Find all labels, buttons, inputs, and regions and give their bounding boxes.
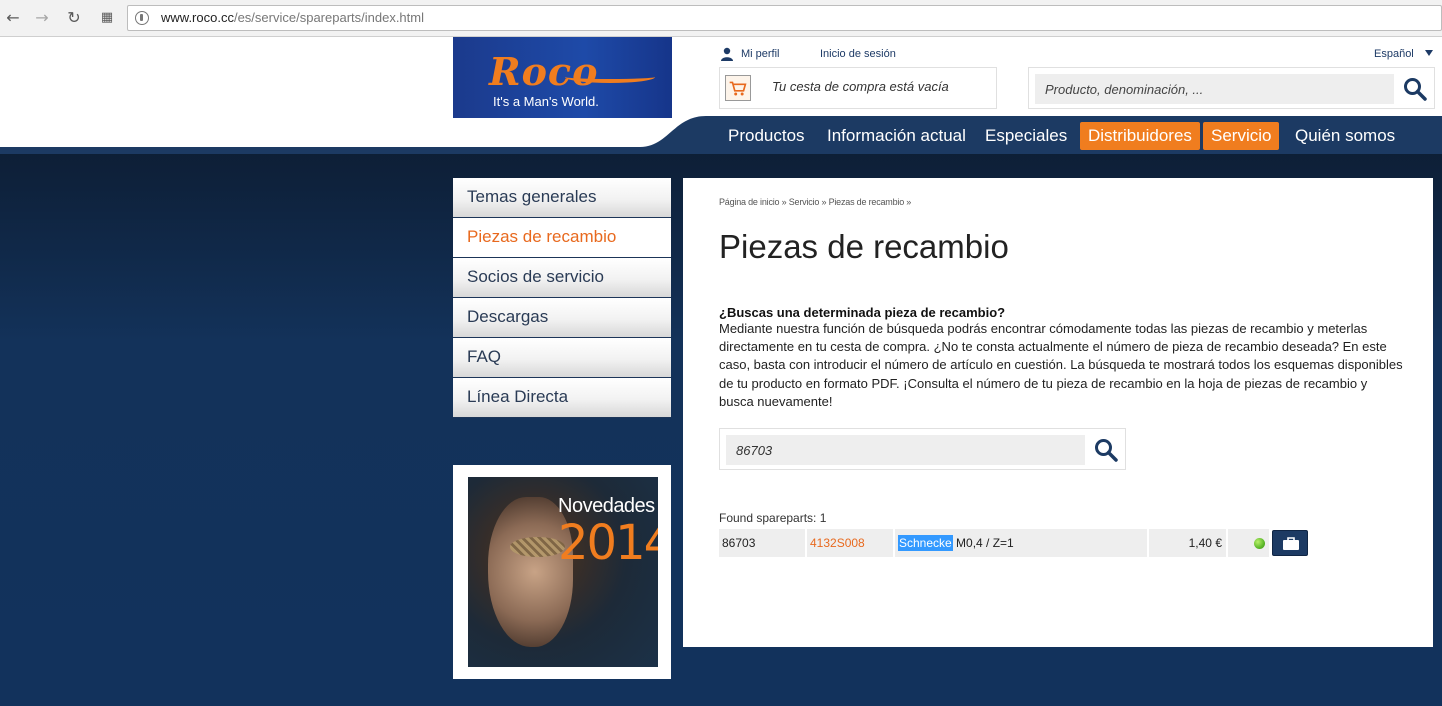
logo-swoosh — [565, 71, 655, 83]
my-profile-link[interactable]: Mi perfil — [741, 48, 780, 60]
price-cell: 1,40 € — [1149, 529, 1226, 557]
nav-servicio[interactable]: Servicio — [1203, 122, 1280, 150]
sidebar-item-descargas[interactable]: Descargas — [453, 298, 671, 338]
description-cell: Schnecke M0,4 / Z=1 — [895, 529, 1147, 557]
site-search-input[interactable] — [1035, 74, 1394, 104]
back-arrow-icon[interactable]: ← — [3, 8, 23, 28]
user-icon — [721, 47, 733, 61]
description-rest: M0,4 / Z=1 — [952, 536, 1014, 550]
forward-arrow-icon[interactable]: → — [32, 8, 52, 28]
url-text[interactable]: www.roco.cc/es/service/spareparts/index.… — [161, 10, 424, 25]
promo-banner[interactable]: Novedades 2014 — [453, 465, 671, 679]
page-info-icon[interactable] — [135, 11, 149, 25]
language-selector[interactable]: Español — [1374, 48, 1414, 60]
article-link[interactable]: 4132S008 — [807, 529, 893, 557]
page-title: Piezas de recambio — [719, 228, 1009, 265]
sidebar-item-socios-de-servicio[interactable]: Socios de servicio — [453, 258, 671, 298]
sidebar-item-piezas-de-recambio[interactable]: Piezas de recambio — [453, 218, 671, 258]
logo-tagline: It's a Man's World. — [493, 94, 599, 109]
nav-especiales[interactable]: Especiales — [977, 122, 1075, 150]
apps-grid-icon[interactable]: ▦ — [97, 8, 117, 28]
selected-text: Schnecke — [898, 535, 953, 551]
intro-text: Mediante nuestra función de búsqueda pod… — [719, 321, 1403, 409]
sidebar-item-linea-directa[interactable]: Línea Directa — [453, 378, 671, 418]
table-row: 86703 4132S008 Schnecke M0,4 / Z=1 1,40 … — [719, 529, 1311, 557]
browser-toolbar: ← → ↻ ▦ www.roco.cc/es/service/sparepart… — [0, 0, 1442, 37]
promo-image: Novedades 2014 — [468, 477, 658, 667]
shopping-cart-icon — [725, 75, 751, 101]
site-search — [1028, 67, 1435, 109]
nav-productos[interactable]: Productos — [720, 122, 813, 150]
promo-mask-detail — [510, 537, 565, 557]
item-number-cell: 86703 — [719, 529, 805, 557]
main-navigation: Productos Información actual Especiales … — [0, 116, 1442, 154]
search-icon[interactable] — [1094, 438, 1118, 462]
roco-logo[interactable]: Roco It's a Man's World. — [453, 37, 672, 118]
sparepart-search-input[interactable] — [726, 435, 1085, 465]
add-to-cart-button[interactable] — [1272, 530, 1308, 556]
nav-distribuidores[interactable]: Distribuidores — [1080, 122, 1200, 150]
promo-year: 2014 — [558, 515, 658, 571]
sparepart-search — [719, 428, 1126, 470]
main-content: Página de inicio » Servicio » Piezas de … — [683, 178, 1433, 647]
stock-available-icon — [1254, 538, 1265, 549]
service-sidebar: Temas generales Piezas de recambio Socio… — [453, 178, 671, 418]
cart-summary[interactable]: Tu cesta de compra está vacía — [719, 67, 997, 109]
cart-status-text: Tu cesta de compra está vacía — [772, 79, 949, 94]
address-bar[interactable]: www.roco.cc/es/service/spareparts/index.… — [127, 5, 1442, 31]
shopping-bag-icon — [1283, 537, 1299, 550]
results-count: Found spareparts: 1 — [719, 511, 827, 525]
caret-down-icon[interactable] — [1425, 50, 1433, 56]
search-icon[interactable] — [1403, 77, 1427, 101]
sidebar-item-temas-generales[interactable]: Temas generales — [453, 178, 671, 218]
nav-quien-somos[interactable]: Quién somos — [1287, 122, 1403, 150]
login-link[interactable]: Inicio de sesión — [820, 48, 896, 60]
breadcrumb[interactable]: Página de inicio » Servicio » Piezas de … — [719, 197, 911, 207]
stock-cell — [1228, 529, 1269, 557]
intro-question: ¿Buscas una determinada pieza de recambi… — [719, 305, 1006, 320]
sidebar-item-faq[interactable]: FAQ — [453, 338, 671, 378]
reload-icon[interactable]: ↻ — [64, 8, 84, 28]
nav-informacion-actual[interactable]: Información actual — [819, 122, 974, 150]
